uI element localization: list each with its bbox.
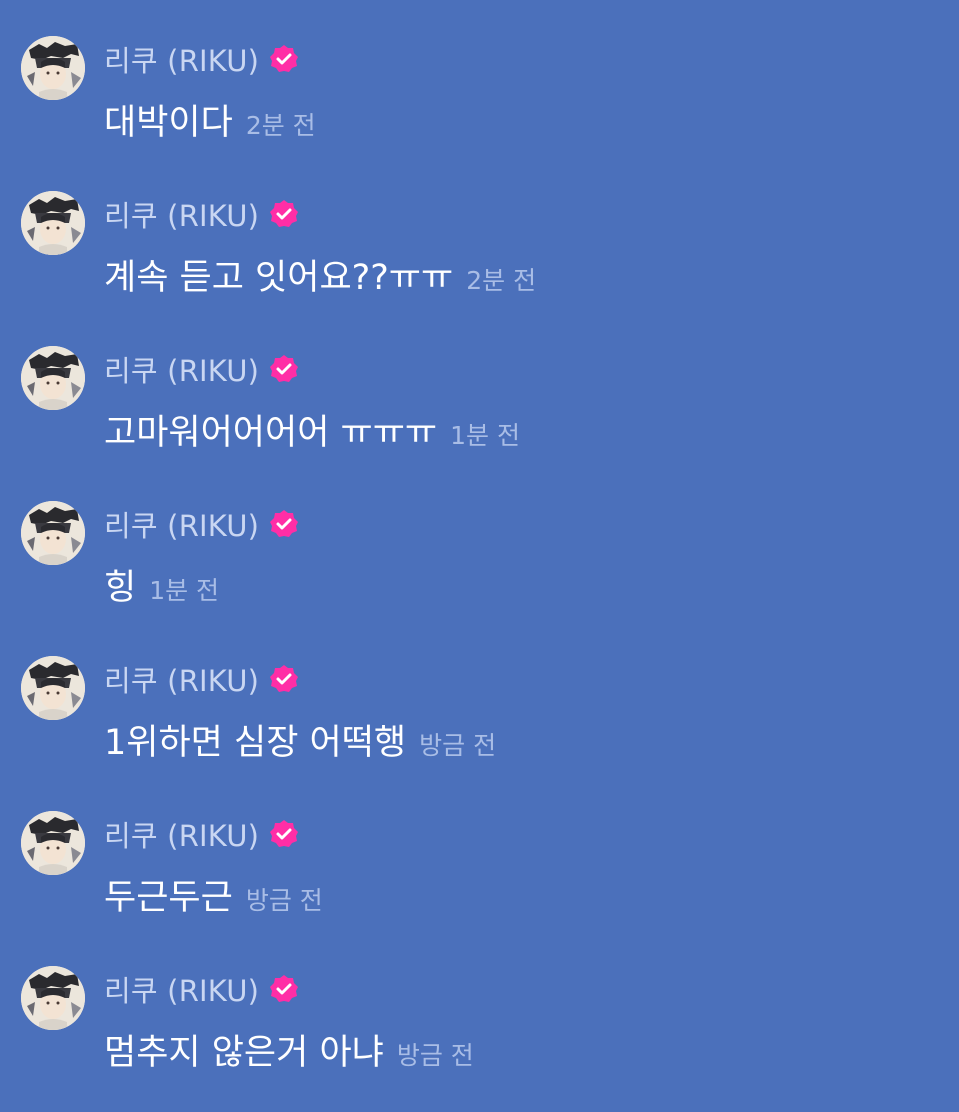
chat-message: 리쿠 (RIKU) 고마워어어어어 ㅠㅠㅠ 1분 전 — [0, 310, 959, 453]
message-text: 힝 — [104, 568, 137, 608]
message-text: 계속 듣고 잇어요??ㅠㅠ — [104, 258, 454, 298]
username[interactable]: 리쿠 (RIKU) — [104, 968, 259, 1010]
chat-message: 리쿠 (RIKU) 1위하면 심장 어떡행 방금 전 — [0, 620, 959, 763]
avatar[interactable] — [21, 191, 85, 255]
message-body: 두근두근 방금 전 — [104, 869, 323, 921]
message-timestamp: 방금 전 — [396, 1041, 474, 1070]
message-text: 멈추지 않은거 아냐 — [104, 1033, 384, 1073]
chat-message: 리쿠 (RIKU) 멈추지 않은거 아냐 방금 전 — [0, 930, 959, 1073]
message-text: 대박이다 — [104, 103, 233, 143]
message-header: 리쿠 (RIKU) — [104, 348, 299, 390]
message-timestamp: 1분 전 — [149, 576, 220, 605]
username[interactable]: 리쿠 (RIKU) — [104, 658, 259, 700]
avatar-image — [21, 191, 85, 255]
message-header: 리쿠 (RIKU) — [104, 503, 299, 545]
chat-message-list: 리쿠 (RIKU) 대박이다 2분 전 리쿠 (RIKU) 계속 듣고 잇어요?… — [0, 0, 959, 1112]
message-timestamp: 방금 전 — [419, 731, 497, 760]
message-body: 계속 듣고 잇어요??ㅠㅠ 2분 전 — [104, 249, 536, 301]
avatar[interactable] — [21, 346, 85, 410]
chat-message: 리쿠 (RIKU) 힝 1분 전 — [0, 465, 959, 608]
username[interactable]: 리쿠 (RIKU) — [104, 38, 259, 80]
message-text: 1위하면 심장 어떡행 — [104, 723, 407, 763]
avatar-image — [21, 36, 85, 100]
verified-check-icon — [269, 354, 299, 384]
avatar[interactable] — [21, 656, 85, 720]
chat-message: 리쿠 (RIKU) 두근두근 방금 전 — [0, 775, 959, 918]
message-body: 멈추지 않은거 아냐 방금 전 — [104, 1024, 474, 1076]
avatar[interactable] — [21, 966, 85, 1030]
avatar-image — [21, 656, 85, 720]
message-header: 리쿠 (RIKU) — [104, 658, 299, 700]
chat-message: 리쿠 (RIKU) 대박이다 2분 전 — [0, 0, 959, 143]
message-text: 고마워어어어어 ㅠㅠㅠ — [104, 413, 438, 453]
verified-check-icon — [269, 44, 299, 74]
verified-check-icon — [269, 664, 299, 694]
verified-check-icon — [269, 974, 299, 1004]
message-header: 리쿠 (RIKU) — [104, 968, 299, 1010]
message-header: 리쿠 (RIKU) — [104, 38, 299, 80]
username[interactable]: 리쿠 (RIKU) — [104, 503, 259, 545]
message-timestamp: 방금 전 — [245, 886, 323, 915]
avatar-image — [21, 811, 85, 875]
message-header: 리쿠 (RIKU) — [104, 193, 299, 235]
avatar[interactable] — [21, 501, 85, 565]
message-body: 고마워어어어어 ㅠㅠㅠ 1분 전 — [104, 404, 520, 456]
message-timestamp: 2분 전 — [245, 111, 316, 140]
avatar[interactable] — [21, 36, 85, 100]
message-body: 대박이다 2분 전 — [104, 94, 316, 146]
avatar[interactable] — [21, 811, 85, 875]
avatar-image — [21, 346, 85, 410]
message-text: 두근두근 — [104, 878, 233, 918]
username[interactable]: 리쿠 (RIKU) — [104, 193, 259, 235]
verified-check-icon — [269, 819, 299, 849]
verified-check-icon — [269, 199, 299, 229]
avatar-image — [21, 501, 85, 565]
message-body: 힝 1분 전 — [104, 559, 219, 611]
message-body: 1위하면 심장 어떡행 방금 전 — [104, 714, 496, 766]
message-header: 리쿠 (RIKU) — [104, 813, 299, 855]
username[interactable]: 리쿠 (RIKU) — [104, 813, 259, 855]
verified-check-icon — [269, 509, 299, 539]
message-timestamp: 1분 전 — [450, 421, 520, 450]
avatar-image — [21, 966, 85, 1030]
username[interactable]: 리쿠 (RIKU) — [104, 348, 259, 390]
message-timestamp: 2분 전 — [466, 266, 537, 295]
chat-message: 리쿠 (RIKU) 계속 듣고 잇어요??ㅠㅠ 2분 전 — [0, 155, 959, 298]
